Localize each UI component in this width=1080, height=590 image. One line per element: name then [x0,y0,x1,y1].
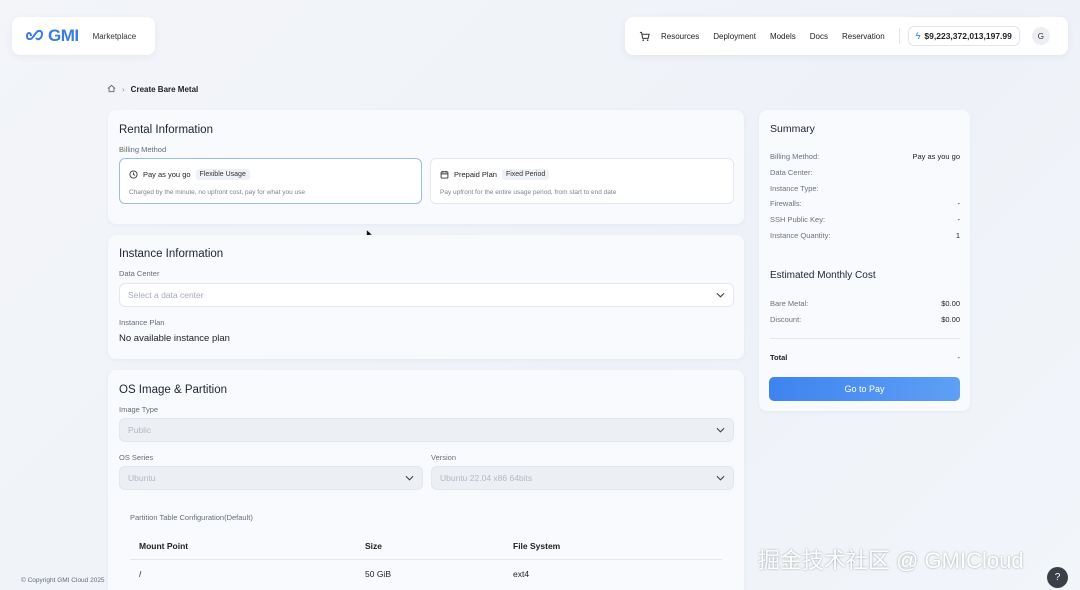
option-description: Charged by the minute, no upfront cost, … [129,189,305,196]
option-name: Prepaid Plan [454,170,497,179]
breadcrumb-current: Create Bare Metal [130,85,199,94]
table-header-size: Size [365,541,383,551]
summary-row-instance-type: Instance Type: [770,184,960,193]
cost-row-discount: Discount: $0.00 [770,315,960,324]
cost-value: $0.00 [941,315,960,324]
option-description: Pay upfront for the entire usage period,… [440,189,617,196]
image-type-label: Image Type [119,405,159,414]
summary-row-data-center: Data Center: [770,168,960,177]
summary-row-ssh-key: SSH Public Key: - [770,215,960,224]
nav-deployment[interactable]: Deployment [713,32,756,41]
copyright-text: © Copyright GMI Cloud 2025 [21,577,105,584]
option-name: Pay as you go [143,170,191,179]
data-center-placeholder: Select a data center [128,290,204,300]
os-image-card: OS Image & Partition Image Type Public O… [108,370,744,590]
balance-badge[interactable]: ϟ $9,223,372,013,197.99 [907,26,1020,46]
summary-row-billing-method: Billing Method: Pay as you go [770,152,960,161]
top-nav: Resources Deployment Models Docs Reserva… [625,17,1068,55]
instance-plan-label: Instance Plan [119,318,165,327]
summary-value: 1 [955,231,960,240]
os-title: OS Image & Partition [119,384,228,396]
total-row: Total - [770,353,960,362]
marketplace-label[interactable]: Marketplace [93,32,137,41]
partition-label: Partition Table Configuration(Default) [130,513,253,522]
summary-row-instance-quantity: Instance Quantity: 1 [770,231,960,240]
nav-divider [898,28,900,44]
gmi-logo: GMI [26,26,79,46]
version-select[interactable]: Ubuntu 22.04 x86 64bits [431,466,734,490]
home-icon[interactable] [107,84,116,95]
summary-label: Firewalls: [770,199,802,208]
summary-label: Instance Quantity: [770,231,831,240]
help-icon[interactable]: ? [1047,567,1068,588]
calendar-icon [440,170,449,179]
cart-icon[interactable] [637,29,651,43]
lightning-icon: ϟ [915,31,921,41]
summary-title: Summary [770,123,815,135]
option-tag: Flexible Usage [195,169,250,180]
rental-information-card: Rental Information Billing Method Pay as… [108,110,744,224]
chevron-down-icon [405,475,414,481]
image-type-value: Public [128,425,152,435]
os-series-select[interactable]: Ubuntu [119,466,423,490]
image-type-select[interactable]: Public [119,418,734,442]
avatar[interactable]: G [1031,27,1050,45]
summary-row-firewalls: Firewalls: - [770,199,960,208]
summary-value: - [957,215,961,224]
chevron-down-icon [716,475,725,481]
instance-title: Instance Information [119,248,224,260]
breadcrumb: › Create Bare Metal [107,84,198,95]
logo-infinity-icon [26,29,43,41]
nav-resources[interactable]: Resources [661,32,699,41]
nav-reservation[interactable]: Reservation [842,32,885,41]
summary-label: Instance Type: [770,184,819,193]
option-tag: Fixed Period [501,169,550,180]
table-cell-file-system: ext4 [513,569,530,579]
summary-value: - [957,199,961,208]
billing-method-label: Billing Method [119,145,167,154]
table-header-file-system: File System [513,541,561,551]
cost-value: $0.00 [941,299,960,308]
cost-row-bare-metal: Bare Metal: $0.00 [770,299,960,308]
chevron-down-icon [716,427,725,433]
data-center-select[interactable]: Select a data center [119,283,734,307]
total-value: - [957,353,961,362]
chevron-down-icon [716,292,725,298]
balance-amount: $9,223,372,013,197.99 [924,31,1012,41]
summary-value: Pay as you go [912,152,960,161]
total-label: Total [770,353,788,362]
instance-information-card: Instance Information Data Center Select … [108,235,744,359]
rental-title: Rental Information [119,124,213,136]
billing-option-prepaid[interactable]: Prepaid Plan Fixed Period Pay upfront fo… [430,158,734,204]
billing-option-pay-as-you-go[interactable]: Pay as you go Flexible Usage Charged by … [119,158,422,204]
chevron-right-icon: › [122,85,125,94]
table-divider [130,559,722,560]
clock-icon [129,170,138,179]
estimated-cost-title: Estimated Monthly Cost [770,270,876,281]
summary-divider [770,338,960,339]
logo-card[interactable]: GMI Marketplace [12,17,155,55]
summary-label: Billing Method: [770,152,820,161]
summary-label: Data Center: [770,168,813,177]
go-to-pay-button[interactable]: Go to Pay [769,377,960,401]
nav-docs[interactable]: Docs [810,32,828,41]
table-cell-mount-point: / [139,569,142,579]
cost-label: Discount: [770,315,802,324]
cost-label: Bare Metal: [770,299,809,308]
nav-models[interactable]: Models [770,32,796,41]
os-series-value: Ubuntu [128,473,156,483]
version-value: Ubuntu 22.04 x86 64bits [440,473,533,483]
os-series-label: OS Series [119,453,154,462]
summary-label: SSH Public Key: [770,215,826,224]
version-label: Version [431,453,457,462]
instance-plan-value: No available instance plan [119,333,230,344]
table-header-mount-point: Mount Point [139,541,189,551]
logo-text: GMI [48,26,79,45]
table-cell-size: 50 GiB [365,569,391,579]
data-center-label: Data Center [119,269,160,278]
watermark-text: 掘金技术社区 @ GMICloud [758,548,1024,573]
